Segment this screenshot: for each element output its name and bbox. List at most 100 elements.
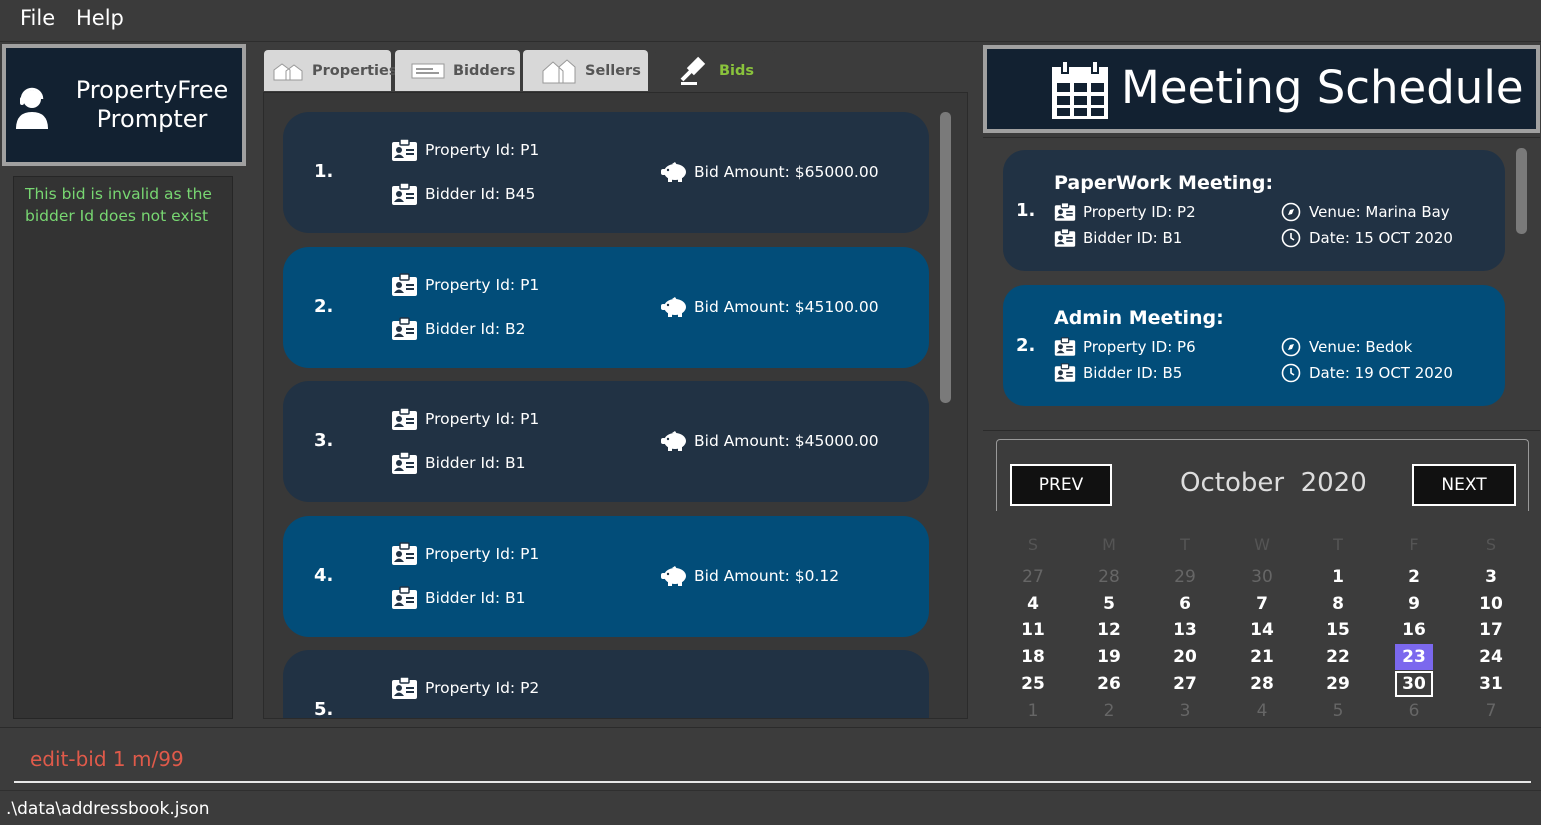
menu-bar: File Help <box>0 0 1541 42</box>
calendar-day[interactable]: 1 <box>1014 698 1052 724</box>
piggy-bank-icon <box>660 161 689 183</box>
bid-card[interactable]: 3. Property Id: P1 Bidder Id: B1 Bid Amount… <box>283 381 929 502</box>
calendar-day[interactable]: 28 <box>1090 564 1128 590</box>
calendar-day[interactable]: 17 <box>1472 617 1510 643</box>
calendar-day[interactable]: 9 <box>1395 591 1433 617</box>
app-title-line2: Prompter <box>96 105 208 133</box>
calendar-day[interactable]: 13 <box>1166 617 1204 643</box>
calendar-day[interactable]: 4 <box>1014 591 1052 617</box>
command-input[interactable]: edit-bid 1 m/99 <box>30 747 184 771</box>
bid-amount-row: Bid Amount: $65000.00 <box>660 159 879 185</box>
calendar-day[interactable]: 11 <box>1014 617 1052 643</box>
calendar-day[interactable]: 19 <box>1090 644 1128 670</box>
calendar-day[interactable]: 29 <box>1166 564 1204 590</box>
calendar-day[interactable]: 23 <box>1395 644 1433 670</box>
calendar-day[interactable]: 31 <box>1472 671 1510 697</box>
calendar-day[interactable]: 21 <box>1243 644 1281 670</box>
meeting-card[interactable]: 1. PaperWork Meeting: Property ID: P2 Bidde… <box>1003 150 1505 271</box>
calendar-day[interactable]: 4 <box>1243 698 1281 724</box>
id-card-icon <box>391 676 418 700</box>
calendar-day[interactable]: 24 <box>1472 644 1510 670</box>
bid-amount-row: Bid Amount: $0.12 <box>660 563 839 589</box>
meeting-title: Admin Meeting: <box>1054 307 1224 329</box>
bid-property-row: Property Id: P1 <box>391 541 539 567</box>
meeting-venue: Venue: Bedok <box>1309 338 1413 356</box>
tab-bidders[interactable]: Bidders <box>395 50 520 91</box>
bid-bidder-id: Bidder Id: B1 <box>425 454 526 472</box>
meeting-card[interactable]: 2. Admin Meeting: Property ID: P6 Bidder ID… <box>1003 285 1505 406</box>
menu-file[interactable]: File <box>20 6 55 30</box>
id-card-icon <box>1054 363 1076 383</box>
id-card-icon <box>391 407 418 431</box>
calendar-day[interactable]: 22 <box>1319 644 1357 670</box>
calendar-day[interactable]: 30 <box>1243 564 1281 590</box>
support-agent-icon <box>16 87 48 129</box>
calendar-day[interactable]: 1 <box>1319 564 1357 590</box>
tab-properties[interactable]: Properties <box>264 50 397 91</box>
command-box[interactable]: edit-bid 1 m/99 <box>0 727 1541 789</box>
calendar-day[interactable]: 2 <box>1090 698 1128 724</box>
bid-index: 3. <box>314 430 334 451</box>
calendar-day[interactable]: 3 <box>1472 564 1510 590</box>
calendar-day[interactable]: 6 <box>1166 591 1204 617</box>
bid-card[interactable]: 1. Property Id: P1 Bidder Id: B45 Bid Amoun… <box>283 112 929 233</box>
piggy-bank-icon <box>660 430 689 452</box>
meeting-date: Date: 15 OCT 2020 <box>1309 229 1453 247</box>
weekday-label: F <box>1409 535 1419 554</box>
bid-list-scrollbar[interactable] <box>940 112 951 403</box>
calendar-day[interactable]: 28 <box>1243 671 1281 697</box>
prev-month-button[interactable]: PREV <box>1010 464 1112 506</box>
calendar-day[interactable]: 2 <box>1395 564 1433 590</box>
tab-bids[interactable]: Bids <box>655 50 775 91</box>
weekday-label: S <box>1485 535 1497 554</box>
bid-amount-row: Bid Amount: $45000.00 <box>660 428 879 454</box>
card-icon <box>411 63 445 79</box>
calendar-day[interactable]: 14 <box>1243 617 1281 643</box>
bid-index: 2. <box>314 296 334 317</box>
weekday-label: W <box>1254 535 1270 554</box>
tab-sellers[interactable]: Sellers <box>523 50 648 91</box>
calendar-day[interactable]: 25 <box>1014 671 1052 697</box>
calendar-day[interactable]: 3 <box>1166 698 1204 724</box>
meeting-list-scrollbar[interactable] <box>1516 148 1527 234</box>
calendar-day[interactable]: 10 <box>1472 591 1510 617</box>
bid-card[interactable]: 2. Property Id: P1 Bidder Id: B2 Bid Amount… <box>283 247 929 368</box>
calendar-day[interactable]: 18 <box>1014 644 1052 670</box>
app-title-line1: PropertyFree <box>75 76 229 104</box>
calendar-day[interactable]: 15 <box>1319 617 1357 643</box>
calendar-year: 2020 <box>1300 468 1367 498</box>
result-display: This bid is invalid as the bidder Id doe… <box>13 176 233 719</box>
compass-icon <box>1280 202 1302 222</box>
clock-icon <box>1280 228 1302 248</box>
weekday-label: T <box>1333 535 1343 554</box>
meeting-bidder: Bidder ID: B5 <box>1083 364 1183 382</box>
calendar-day[interactable]: 29 <box>1319 671 1357 697</box>
bid-card[interactable]: 5. Property Id: P2 <box>283 650 929 718</box>
calendar-day[interactable]: 30 <box>1395 671 1433 697</box>
menu-help[interactable]: Help <box>76 6 124 30</box>
meeting-bidder-row: Bidder ID: B1 <box>1054 228 1182 248</box>
calendar-day[interactable]: 20 <box>1166 644 1204 670</box>
bid-amount: Bid Amount: $45000.00 <box>694 432 879 450</box>
meeting-title: PaperWork Meeting: <box>1054 172 1274 194</box>
calendar-day[interactable]: 8 <box>1319 591 1357 617</box>
calendar-day[interactable]: 7 <box>1472 698 1510 724</box>
bid-card[interactable]: 4. Property Id: P1 Bidder Id: B1 Bid Amount… <box>283 516 929 637</box>
id-card-icon <box>391 138 418 162</box>
tab-bidders-label: Bidders <box>453 62 516 79</box>
calendar-day[interactable]: 7 <box>1243 591 1281 617</box>
calendar-day[interactable]: 12 <box>1090 617 1128 643</box>
calendar-day[interactable]: 6 <box>1395 698 1433 724</box>
id-card-icon <box>1054 228 1076 248</box>
calendar-day[interactable]: 27 <box>1166 671 1204 697</box>
calendar-day[interactable]: 5 <box>1319 698 1357 724</box>
meeting-venue-row: Venue: Bedok <box>1280 337 1412 357</box>
next-month-button[interactable]: NEXT <box>1412 464 1516 506</box>
calendar-day[interactable]: 27 <box>1014 564 1052 590</box>
calendar-day[interactable]: 16 <box>1395 617 1433 643</box>
bid-bidder-row: Bidder Id: B2 <box>391 316 526 342</box>
bid-amount: Bid Amount: $0.12 <box>694 567 840 585</box>
calendar-day[interactable]: 26 <box>1090 671 1128 697</box>
calendar-day[interactable]: 5 <box>1090 591 1128 617</box>
bid-amount: Bid Amount: $65000.00 <box>694 163 879 181</box>
